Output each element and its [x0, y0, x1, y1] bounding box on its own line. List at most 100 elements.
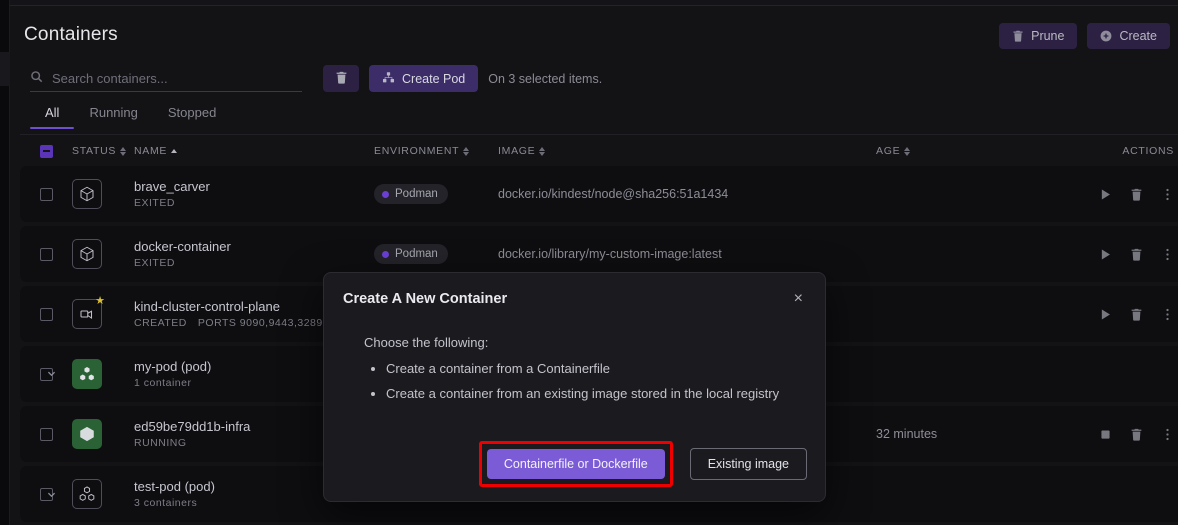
kebab-menu-icon[interactable]	[1161, 188, 1174, 201]
header-age[interactable]: AGE	[876, 145, 1056, 157]
pod-icon	[382, 71, 395, 87]
row-checkbox[interactable]	[40, 428, 53, 441]
sidebar-rail[interactable]	[0, 0, 10, 525]
trash-icon[interactable]	[1130, 308, 1143, 321]
play-icon[interactable]	[1099, 188, 1112, 201]
search-icon	[30, 70, 43, 88]
top-actions: Prune Create	[999, 23, 1170, 49]
header-actions-label: ACTIONS	[1122, 145, 1174, 157]
tab-running[interactable]: Running	[74, 105, 152, 129]
trash-icon	[335, 71, 348, 87]
row-checkbox[interactable]	[40, 188, 53, 201]
table-row[interactable]: brave_carver EXITED Podman docker.io/kin…	[20, 166, 1178, 222]
row-checkbox[interactable]	[40, 308, 53, 321]
header-status[interactable]: STATUS	[72, 145, 134, 157]
sort-icon-status	[120, 147, 126, 156]
play-icon[interactable]	[1099, 308, 1112, 321]
star-icon: ★	[95, 296, 105, 307]
existing-image-button[interactable]: Existing image	[690, 448, 807, 480]
row-name-cell: docker-container EXITED	[134, 239, 374, 269]
podman-dot-icon	[382, 191, 389, 198]
kube-cluster-icon: ★	[72, 299, 102, 329]
header-image-label: IMAGE	[498, 145, 535, 157]
row-name: my-pod (pod)	[134, 359, 211, 374]
expand-chevron-icon[interactable]	[44, 366, 58, 380]
stop-icon[interactable]	[1099, 428, 1112, 441]
close-icon[interactable]: ×	[790, 289, 807, 309]
row-actions-cell	[1056, 248, 1174, 261]
plus-circle-icon	[1100, 30, 1112, 42]
row-select-cell	[20, 248, 72, 261]
trash-icon[interactable]	[1130, 428, 1143, 441]
sort-icon-name-asc	[171, 149, 177, 153]
row-image: docker.io/kindest/node@sha256:51a1434	[498, 187, 728, 201]
row-name: kind-cluster-control-plane	[134, 299, 329, 314]
row-name: ed59be79dd1b-infra	[134, 419, 250, 434]
app-window: Containers Prune Create	[0, 0, 1178, 525]
header-name-label: NAME	[134, 145, 167, 157]
modal-header: Create A New Container ×	[324, 273, 825, 325]
row-checkbox[interactable]	[40, 248, 53, 261]
container-cube-icon	[72, 239, 102, 269]
status-badge: Podman	[374, 184, 448, 204]
containerfile-or-dockerfile-button[interactable]: Containerfile or Dockerfile	[487, 449, 665, 479]
row-select-cell	[20, 308, 72, 321]
prune-button[interactable]: Prune	[999, 23, 1077, 49]
create-container-modal: Create A New Container × Choose the foll…	[323, 272, 826, 502]
row-status: CREATED	[134, 317, 187, 329]
table-header-row: STATUS NAME ENVIRONMENT IMAGE AGE	[20, 136, 1178, 166]
header-age-label: AGE	[876, 145, 900, 157]
header-environment[interactable]: ENVIRONMENT	[374, 145, 498, 157]
modal-title: Create A New Container	[343, 291, 507, 307]
tabs-divider	[20, 134, 1178, 135]
trash-icon[interactable]	[1130, 188, 1143, 201]
row-icon-cell	[72, 419, 134, 449]
tab-all[interactable]: All	[30, 105, 74, 129]
row-icon-cell: ★	[72, 299, 134, 329]
row-status: RUNNING	[134, 437, 187, 449]
header-name[interactable]: NAME	[134, 145, 374, 157]
row-icon-cell	[72, 359, 134, 389]
row-environment-cell: Podman	[374, 244, 498, 264]
header-status-label: STATUS	[72, 145, 116, 157]
podman-dot-icon	[382, 251, 389, 258]
trash-icon[interactable]	[1130, 248, 1143, 261]
row-status: 1 container	[134, 377, 191, 389]
row-status: 3 containers	[134, 497, 197, 509]
header-actions: ACTIONS	[1056, 145, 1174, 157]
row-environment-cell: Podman	[374, 184, 498, 204]
row-icon-cell	[72, 239, 134, 269]
row-age-cell: 32 minutes	[876, 427, 1056, 441]
kebab-menu-icon[interactable]	[1161, 428, 1174, 441]
select-all-checkbox[interactable]	[40, 145, 53, 158]
row-actions-cell	[1056, 308, 1174, 321]
header-environment-label: ENVIRONMENT	[374, 145, 459, 157]
bulk-delete-button[interactable]	[323, 65, 359, 92]
row-image-cell: docker.io/kindest/node@sha256:51a1434	[498, 187, 876, 201]
tab-stopped[interactable]: Stopped	[153, 105, 231, 129]
trash-icon	[1012, 30, 1024, 42]
search-input[interactable]	[52, 71, 287, 86]
kebab-menu-icon[interactable]	[1161, 308, 1174, 321]
row-icon-cell	[72, 479, 134, 509]
expand-chevron-icon[interactable]	[44, 487, 58, 501]
row-actions-cell	[1056, 188, 1174, 201]
row-name: brave_carver	[134, 179, 210, 194]
row-name: docker-container	[134, 239, 231, 254]
row-status: EXITED	[134, 257, 175, 269]
search-box[interactable]	[30, 66, 302, 92]
container-cube-icon	[72, 419, 102, 449]
play-icon[interactable]	[1099, 248, 1112, 261]
header-image[interactable]: IMAGE	[498, 145, 876, 157]
modal-bullet-list: Create a container from a Containerfile …	[364, 361, 803, 401]
kebab-menu-icon[interactable]	[1161, 248, 1174, 261]
sort-icon-environment	[463, 147, 469, 156]
row-icon-cell	[72, 179, 134, 209]
row-name-cell: brave_carver EXITED	[134, 179, 374, 209]
create-pod-button[interactable]: Create Pod	[369, 65, 478, 92]
row-ports: PORTS 9090,9443,32895	[198, 317, 329, 329]
prune-label: Prune	[1031, 29, 1064, 43]
sidebar-active-indicator	[0, 52, 10, 86]
modal-body: Choose the following: Create a container…	[324, 325, 825, 401]
create-button[interactable]: Create	[1087, 23, 1170, 49]
